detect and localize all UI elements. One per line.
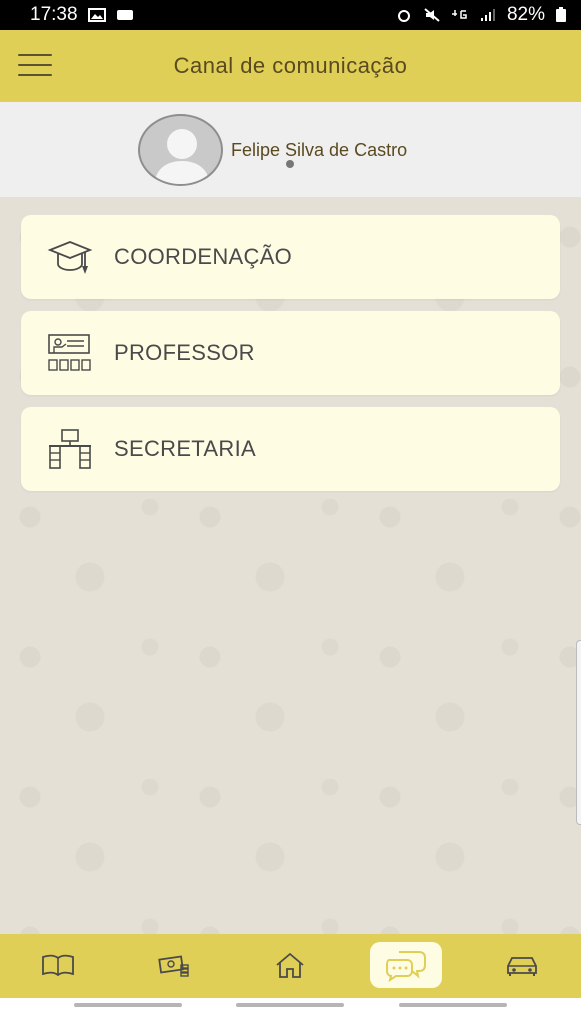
chat-icon <box>386 951 426 982</box>
nav-book[interactable] <box>22 942 94 988</box>
status-dot <box>286 160 294 168</box>
hamburger-icon-line <box>18 54 52 56</box>
system-home-button[interactable] <box>236 1003 344 1007</box>
status-right: 82% <box>395 4 567 26</box>
scroll-handle[interactable] <box>576 640 581 825</box>
hamburger-icon-line <box>18 74 52 76</box>
4g-icon <box>451 10 467 19</box>
app-header: Canal de comunicação <box>0 30 581 102</box>
car-icon <box>507 957 537 976</box>
signal-icon <box>480 9 495 21</box>
coordenacao-card[interactable]: COORDENAÇÃO <box>21 215 560 299</box>
secretaria-card[interactable]: SECRETARIA <box>21 407 560 491</box>
nav-home[interactable] <box>254 942 326 988</box>
money-icon <box>158 955 189 977</box>
bottom-nav <box>0 934 581 998</box>
status-bar: 17:38 82% <box>0 0 581 30</box>
system-recents-button[interactable] <box>74 1003 182 1007</box>
status-left: 17:38 <box>30 4 134 26</box>
nav-transport[interactable] <box>486 942 558 988</box>
hamburger-icon-line <box>18 64 52 66</box>
image-icon <box>87 8 106 22</box>
coordenacao-label: COORDENAÇÃO <box>114 244 293 269</box>
system-nav-bar <box>0 998 581 1014</box>
avatar[interactable] <box>138 114 223 186</box>
desk-icon <box>49 429 91 469</box>
home-icon <box>276 952 304 978</box>
profile-name: Felipe Silva de Castro <box>231 140 408 160</box>
nav-chat[interactable] <box>370 942 442 988</box>
profile-section: Felipe Silva de Castro <box>0 102 581 197</box>
book-icon <box>42 954 74 977</box>
user-avatar-icon <box>154 129 210 184</box>
teacher-icon <box>48 334 91 371</box>
content-area <box>0 197 581 934</box>
hamburger-menu-button[interactable] <box>18 52 52 78</box>
battery-percent: 82% <box>506 4 545 25</box>
secretaria-label: SECRETARIA <box>114 436 256 461</box>
mute-icon <box>424 8 440 22</box>
nav-finance[interactable] <box>138 942 210 988</box>
status-time: 17:38 <box>30 4 78 25</box>
professor-card[interactable]: PROFESSOR <box>21 311 560 395</box>
battery-icon <box>556 7 566 22</box>
alarm-icon <box>397 10 410 22</box>
page-title: Canal de comunicação <box>173 53 408 78</box>
media-icon <box>116 10 133 20</box>
system-back-button[interactable] <box>399 1003 507 1007</box>
graduation-cap-icon <box>47 241 93 274</box>
professor-label: PROFESSOR <box>114 340 255 365</box>
